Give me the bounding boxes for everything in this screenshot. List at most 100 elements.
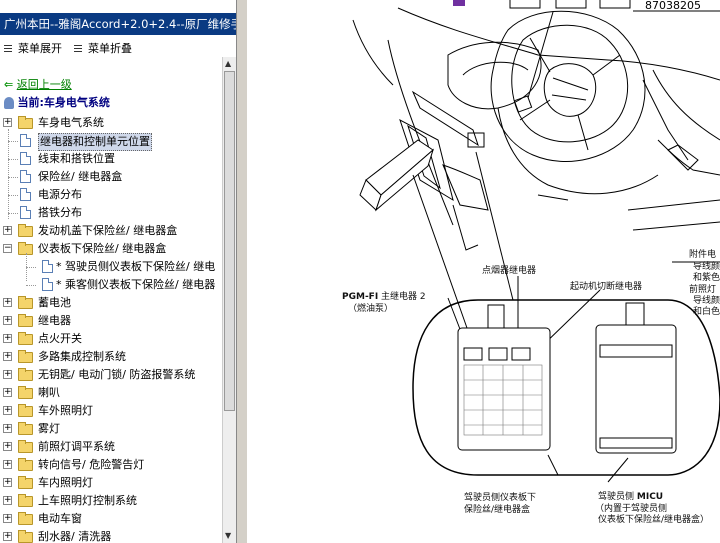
- driver-fuse-box-label-2: 保险丝/继电器盒: [464, 505, 531, 515]
- tree-connector: [8, 129, 9, 219]
- expand-icon[interactable]: +: [3, 532, 12, 541]
- expand-icon[interactable]: +: [3, 424, 12, 433]
- toolbar-icon[interactable]: [599, 0, 631, 9]
- scroll-thumb[interactable]: [224, 71, 235, 411]
- folder-icon: [18, 440, 33, 453]
- toolbar-icon[interactable]: [509, 0, 541, 9]
- folder-icon: [18, 494, 33, 507]
- back-link[interactable]: ⇐ 返回上一级: [4, 77, 72, 93]
- diagram-pane: 87038205 PGM-FI 主继电器 2 （燃油泵） 点烟器继电器 起动机切…: [248, 0, 720, 543]
- folder-icon: [18, 296, 33, 309]
- tree-item[interactable]: + 继电器: [0, 313, 220, 329]
- tree-item-label: 雾灯: [38, 422, 60, 435]
- tree-item[interactable]: + 上车照明灯控制系统: [0, 493, 220, 509]
- folder-icon: [18, 116, 33, 129]
- tree-item[interactable]: 继电器和控制单元位置: [0, 133, 220, 151]
- fuel-pump-label: （燃油泵）: [348, 304, 394, 314]
- tree-item-label: 点火开关: [38, 332, 82, 345]
- tree-connector: [26, 267, 36, 268]
- tree-item[interactable]: + 喇叭: [0, 385, 220, 401]
- folder-icon: [18, 404, 33, 417]
- tree-item-label: 车外照明灯: [38, 404, 93, 417]
- collapse-icon[interactable]: −: [3, 244, 12, 253]
- document-icon: [20, 206, 31, 219]
- tree-connector: [8, 213, 18, 214]
- tree-item[interactable]: + 电动车窗: [0, 511, 220, 527]
- menu-collapse-button[interactable]: 菜单折叠: [74, 41, 132, 57]
- tree-connector: [26, 253, 27, 281]
- tree-connector: [26, 285, 36, 286]
- tree-item[interactable]: + 前照灯调平系统: [0, 439, 220, 455]
- tree-item[interactable]: * 乘客侧仪表板下保险丝/ 继电器: [0, 277, 220, 293]
- tree-scrollbar[interactable]: ▲ ▼: [222, 57, 236, 543]
- folder-icon: [18, 386, 33, 399]
- expand-icon[interactable]: +: [3, 478, 12, 487]
- scroll-up-icon[interactable]: ▲: [225, 59, 231, 68]
- tree-item[interactable]: + 雾灯: [0, 421, 220, 437]
- expand-icon[interactable]: +: [3, 226, 12, 235]
- toolbar-icon[interactable]: [453, 0, 465, 6]
- user-icon: [4, 97, 14, 109]
- expand-icon[interactable]: +: [3, 370, 12, 379]
- tree-item[interactable]: * 驾驶员侧仪表板下保险丝/ 继电: [0, 259, 220, 275]
- tree-item[interactable]: 搭铁分布: [0, 205, 220, 221]
- tree-item-label: 电源分布: [38, 188, 82, 201]
- tree-item[interactable]: + 车内照明灯: [0, 475, 220, 491]
- list-icon: [4, 45, 12, 53]
- folder-icon: [18, 530, 33, 543]
- tree-item-label: 车身电气系统: [38, 116, 104, 129]
- expand-icon[interactable]: +: [3, 352, 12, 361]
- starter-relay-label: 起动机切断继电器: [570, 282, 643, 292]
- tree-item-label: 车内照明灯: [38, 476, 93, 489]
- tree-item[interactable]: + 刮水器/ 清洗器: [0, 529, 220, 543]
- tree-item[interactable]: − 仪表板下保险丝/ 继电器盒: [0, 241, 220, 257]
- tree-item-label: 蓄电池: [38, 296, 71, 309]
- tree-item[interactable]: + 蓄电池: [0, 295, 220, 311]
- diagram-code: 87038205: [645, 0, 701, 12]
- tree-item[interactable]: 保险丝/ 继电器盒: [0, 169, 220, 185]
- tree-item[interactable]: + 车外照明灯: [0, 403, 220, 419]
- scroll-down-icon[interactable]: ▼: [225, 531, 231, 540]
- folder-icon: [18, 314, 33, 327]
- tree-item[interactable]: + 转向信号/ 危险警告灯: [0, 457, 220, 473]
- folder-icon: [18, 224, 33, 237]
- expand-icon[interactable]: +: [3, 442, 12, 451]
- expand-icon[interactable]: +: [3, 334, 12, 343]
- expand-icon[interactable]: +: [3, 496, 12, 505]
- tree-item-label: 保险丝/ 继电器盒: [38, 170, 123, 183]
- tree-item[interactable]: + 发动机盖下保险丝/ 继电器盒: [0, 223, 220, 239]
- current-location: 当前:车身电气系统: [4, 95, 110, 111]
- tree-item[interactable]: 线束和搭铁位置: [0, 151, 220, 167]
- side-label-6: 和白色: [693, 307, 720, 317]
- tree-item-label: * 驾驶员侧仪表板下保险丝/ 继电: [56, 260, 216, 273]
- tree-connector: [8, 141, 18, 142]
- tree-item[interactable]: + 无钥匙/ 电动门锁/ 防盗报警系统: [0, 367, 220, 383]
- folder-icon: [18, 332, 33, 345]
- list-icon: [74, 45, 82, 53]
- micu-note-2: 仪表板下保险丝/继电器盒）: [598, 515, 710, 525]
- expand-icon[interactable]: +: [3, 316, 12, 325]
- folder-icon: [18, 350, 33, 363]
- expand-icon[interactable]: +: [3, 514, 12, 523]
- expand-icon[interactable]: +: [3, 118, 12, 127]
- tree-item-label: * 乘客侧仪表板下保险丝/ 继电器: [56, 278, 216, 291]
- toolbar-icon[interactable]: [555, 0, 587, 9]
- pane-splitter[interactable]: [236, 0, 248, 543]
- tree-item-label: 多路集成控制系统: [38, 350, 126, 363]
- tree-item-label: 仪表板下保险丝/ 继电器盒: [38, 242, 167, 255]
- tree-item-label: 继电器和控制单元位置: [38, 133, 152, 151]
- tree-connector: [8, 177, 18, 178]
- tree-item-label: 搭铁分布: [38, 206, 82, 219]
- expand-icon[interactable]: +: [3, 406, 12, 415]
- tree-item[interactable]: 电源分布: [0, 187, 220, 203]
- tree-item[interactable]: + 点火开关: [0, 331, 220, 347]
- expand-icon[interactable]: +: [3, 388, 12, 397]
- tree-item[interactable]: + 多路集成控制系统: [0, 349, 220, 365]
- tree-item-label: 发动机盖下保险丝/ 继电器盒: [38, 224, 178, 237]
- expand-icon[interactable]: +: [3, 460, 12, 469]
- tree-item[interactable]: + 车身电气系统: [0, 115, 220, 131]
- window-title: 广州本田--雅阁Accord+2.0+2.4--原厂维修手: [0, 13, 236, 35]
- menu-expand-button[interactable]: 菜单展开: [4, 41, 62, 57]
- expand-icon[interactable]: +: [3, 298, 12, 307]
- document-icon: [20, 134, 31, 147]
